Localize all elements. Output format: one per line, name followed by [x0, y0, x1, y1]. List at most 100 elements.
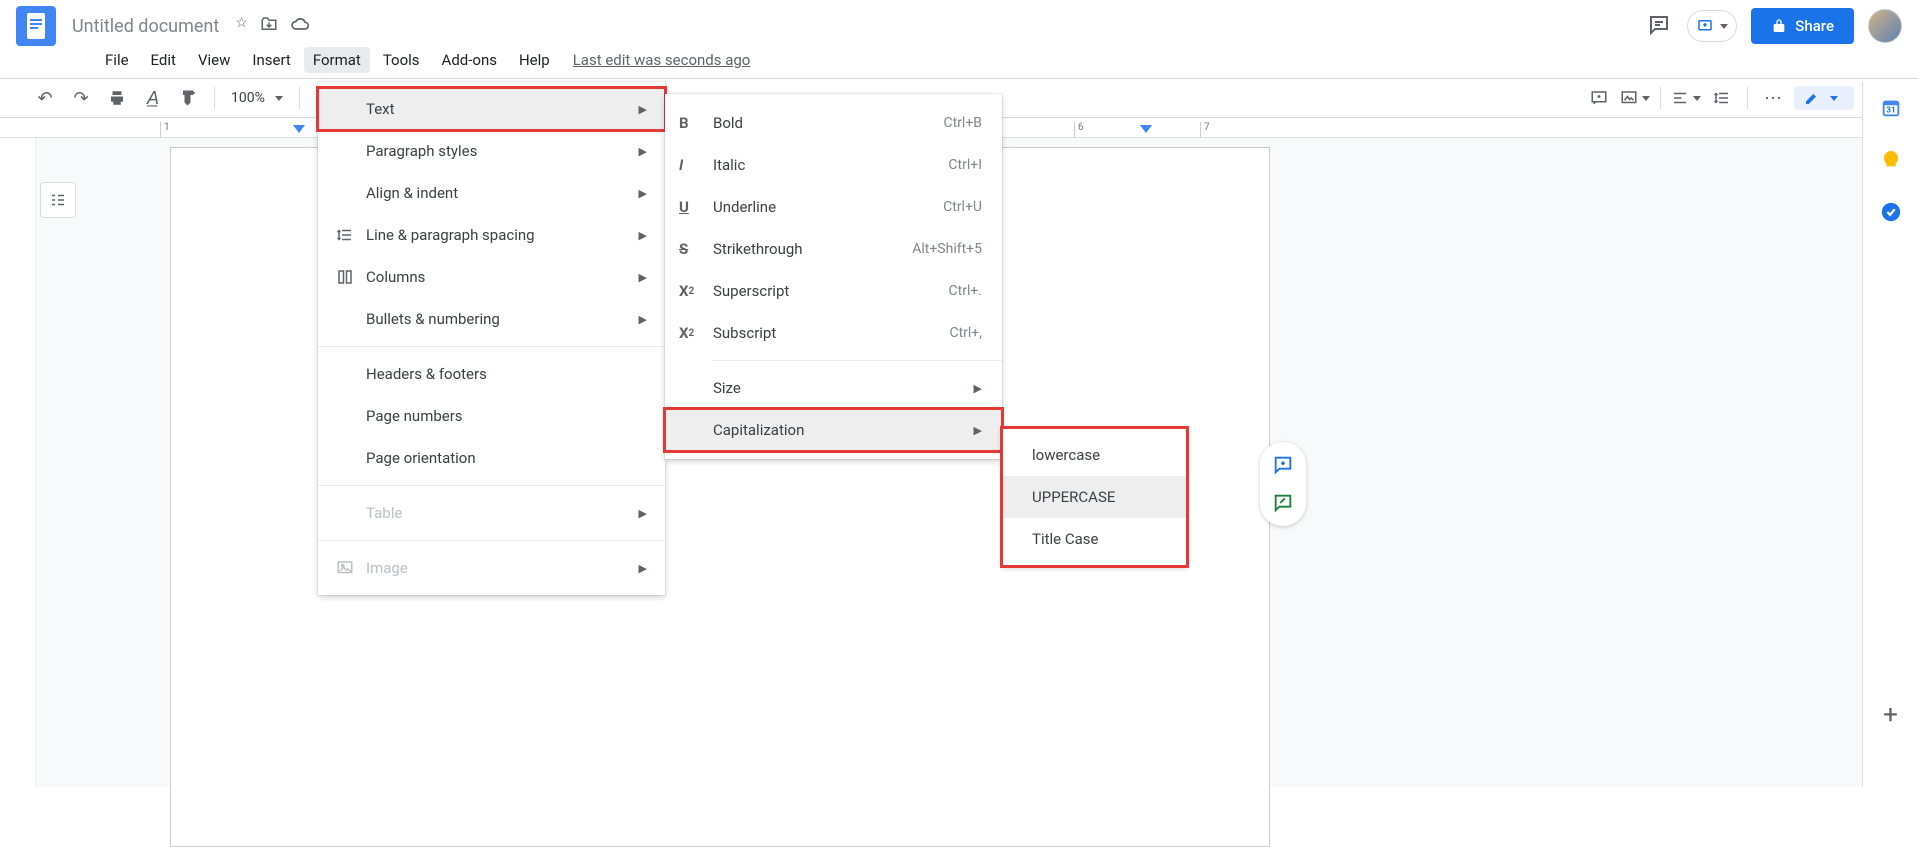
text-submenu-superscript[interactable]: X2SuperscriptCtrl+. — [665, 270, 1002, 312]
document-title[interactable]: Untitled document — [64, 13, 227, 40]
submenu-arrow-icon: ▶ — [639, 507, 647, 520]
format-menu-popup: Text▶Paragraph styles▶Align & indent▶Lin… — [318, 82, 665, 595]
subscript-icon: X2 — [679, 324, 713, 342]
submenu-item-label: Capitalization — [713, 421, 974, 439]
format-menu-line-paragraph-spacing[interactable]: Line & paragraph spacing▶ — [318, 214, 665, 256]
menu-item-label: Align & indent — [366, 184, 639, 202]
calendar-icon[interactable]: 31 — [1879, 96, 1903, 120]
text-submenu-popup: BBoldCtrl+BIItalicCtrl+IUUnderlineCtrl+U… — [665, 94, 1002, 459]
format-menu-page-orientation[interactable]: Page orientation — [318, 437, 665, 479]
comments-history-icon[interactable] — [1647, 13, 1673, 39]
chevron-down-icon — [1830, 96, 1838, 101]
keyboard-shortcut: Ctrl+U — [943, 199, 982, 215]
menu-item-label: Table — [366, 504, 639, 522]
keyboard-shortcut: Ctrl+. — [949, 283, 982, 299]
menu-bar: FileEditViewInsertFormatToolsAdd-onsHelp… — [0, 44, 1918, 78]
menu-item-label: Line & paragraph spacing — [366, 226, 639, 244]
submenu-arrow-icon: ▶ — [639, 103, 647, 116]
redo-button[interactable]: ↷ — [66, 83, 96, 113]
text-submenu-underline[interactable]: UUnderlineCtrl+U — [665, 186, 1002, 228]
pencil-icon — [1804, 90, 1820, 106]
chevron-down-icon — [1693, 96, 1701, 101]
strikethrough-icon: S — [679, 240, 713, 258]
floating-comment-tools — [1260, 442, 1306, 526]
text-submenu-italic[interactable]: IItalicCtrl+I — [665, 144, 1002, 186]
docs-logo-icon[interactable] — [16, 6, 56, 46]
menu-item-label: Columns — [366, 268, 639, 286]
avatar[interactable] — [1868, 9, 1902, 43]
format-menu-image: Image▶ — [318, 547, 665, 589]
submenu-item-label: Bold — [713, 114, 943, 132]
svg-text:31: 31 — [1886, 106, 1895, 116]
text-submenu-bold[interactable]: BBoldCtrl+B — [665, 102, 1002, 144]
format-menu-columns[interactable]: Columns▶ — [318, 256, 665, 298]
share-button[interactable]: Share — [1751, 8, 1854, 44]
paint-format-button[interactable] — [174, 83, 204, 113]
present-button[interactable] — [1687, 10, 1737, 42]
submenu-arrow-icon: ▶ — [639, 187, 647, 200]
vertical-ruler[interactable] — [0, 138, 36, 787]
cloud-status-icon[interactable] — [290, 15, 310, 37]
move-icon[interactable] — [260, 15, 278, 37]
menu-tools[interactable]: Tools — [374, 47, 429, 73]
format-menu-bullets-numbering[interactable]: Bullets & numbering▶ — [318, 298, 665, 340]
last-edit-link[interactable]: Last edit was seconds ago — [573, 51, 751, 69]
insert-image-button[interactable] — [1620, 83, 1650, 113]
keep-icon[interactable] — [1879, 148, 1903, 172]
text-submenu-strikethrough[interactable]: SStrikethroughAlt+Shift+5 — [665, 228, 1002, 270]
ruler-mark: 7 — [1200, 122, 1210, 138]
print-button[interactable] — [102, 83, 132, 113]
ruler-mark: 6 — [1074, 122, 1084, 138]
menu-view[interactable]: View — [189, 47, 239, 73]
menu-insert[interactable]: Insert — [243, 47, 299, 73]
capitalization-lowercase[interactable]: lowercase — [1002, 434, 1187, 476]
text-submenu-capitalization[interactable]: Capitalization▶ — [665, 409, 1002, 451]
suggest-edit-button[interactable] — [1268, 488, 1298, 518]
submenu-arrow-icon: ▶ — [639, 145, 647, 158]
superscript-icon: X2 — [679, 282, 713, 300]
line-spacing-button[interactable] — [1707, 83, 1737, 113]
format-menu-page-numbers[interactable]: Page numbers — [318, 395, 665, 437]
menu-item-label: Page numbers — [366, 407, 647, 425]
submenu-arrow-icon: ▶ — [639, 229, 647, 242]
spellcheck-button[interactable]: A̲ — [138, 83, 168, 113]
tasks-icon[interactable] — [1879, 200, 1903, 224]
undo-button[interactable]: ↶ — [30, 83, 60, 113]
add-comment-button[interactable] — [1268, 450, 1298, 480]
menu-format[interactable]: Format — [304, 47, 370, 73]
comment-button[interactable] — [1584, 83, 1614, 113]
format-menu-table: Table▶ — [318, 492, 665, 534]
menu-file[interactable]: File — [96, 47, 138, 73]
image-icon — [336, 559, 366, 577]
capitalization-uppercase[interactable]: UPPERCASE — [1002, 476, 1187, 518]
zoom-selector[interactable]: 100% — [225, 90, 289, 106]
share-label: Share — [1795, 17, 1834, 35]
format-menu-paragraph-styles[interactable]: Paragraph styles▶ — [318, 130, 665, 172]
menu-edit[interactable]: Edit — [142, 47, 185, 73]
align-button[interactable] — [1671, 83, 1701, 113]
capitalization-title-case[interactable]: Title Case — [1002, 518, 1187, 560]
indent-marker-icon[interactable] — [293, 125, 305, 137]
submenu-item-label: Size — [713, 379, 974, 397]
menu-add-ons[interactable]: Add-ons — [433, 47, 506, 73]
format-menu-text[interactable]: Text▶ — [318, 88, 665, 130]
menu-item-label: Image — [366, 559, 639, 577]
menu-divider — [318, 485, 665, 486]
more-button[interactable]: ⋯ — [1758, 83, 1788, 113]
ruler-mark: 1 — [160, 122, 170, 138]
italic-icon: I — [679, 156, 713, 174]
star-icon[interactable]: ☆ — [235, 15, 248, 37]
document-outline-button[interactable] — [40, 182, 76, 218]
right-indent-marker-icon[interactable] — [1140, 125, 1152, 137]
menu-help[interactable]: Help — [510, 47, 559, 73]
add-addons-button[interactable]: + — [1879, 703, 1903, 727]
text-submenu-subscript[interactable]: X2SubscriptCtrl+, — [665, 312, 1002, 354]
editing-mode-button[interactable] — [1794, 86, 1854, 110]
keyboard-shortcut: Alt+Shift+5 — [912, 241, 982, 257]
chevron-down-icon — [275, 96, 283, 101]
title-bar: Untitled document ☆ Share — [0, 0, 1918, 44]
format-menu-align-indent[interactable]: Align & indent▶ — [318, 172, 665, 214]
text-submenu-size[interactable]: Size▶ — [665, 367, 1002, 409]
format-menu-headers-footers[interactable]: Headers & footers — [318, 353, 665, 395]
submenu-arrow-icon: ▶ — [639, 271, 647, 284]
